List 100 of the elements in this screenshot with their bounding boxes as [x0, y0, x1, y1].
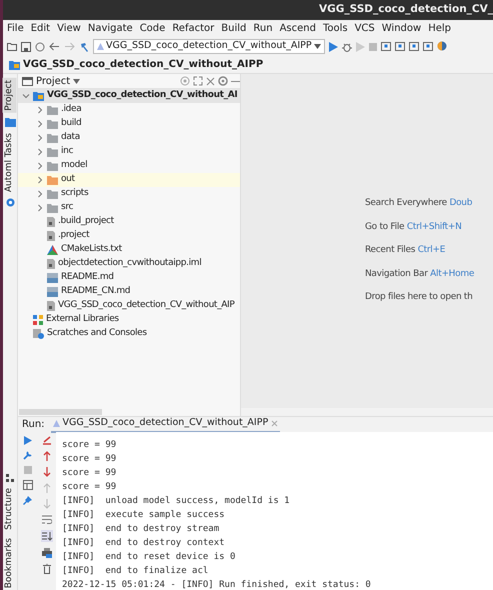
menu-item[interactable]: Refactor: [172, 21, 214, 36]
close-icon[interactable]: [206, 76, 215, 86]
tree-item[interactable]: scripts: [61, 187, 88, 201]
tool-window-tab[interactable]: Structure: [3, 486, 17, 532]
back-arrow-icon[interactable]: [49, 42, 60, 51]
file-icon: [47, 231, 55, 241]
menu-item[interactable]: Build: [221, 21, 246, 36]
menu-item[interactable]: VCS: [354, 21, 375, 36]
hint-text: Search Everywhere Doub: [365, 197, 474, 210]
console-line: [INFO] end to finalize acl: [62, 565, 210, 578]
tree-item[interactable]: README.md: [61, 271, 114, 285]
tree-item[interactable]: build: [61, 117, 82, 131]
menu-item[interactable]: Help: [428, 21, 452, 36]
menu-item[interactable]: Navigate: [88, 21, 133, 36]
menu-item[interactable]: File: [7, 21, 24, 36]
file-icon: [47, 217, 55, 227]
layout-icon[interactable]: [22, 480, 32, 490]
menu-item[interactable]: View: [57, 21, 81, 36]
scrollbar-thumb[interactable]: [19, 409, 102, 415]
tree-item[interactable]: Scratches and Consoles: [47, 327, 147, 341]
tree-item[interactable]: out: [61, 173, 75, 187]
project-folder-icon: [33, 91, 44, 101]
scroll-end-icon[interactable]: [40, 530, 52, 542]
console-line: score = 99: [62, 453, 118, 466]
config-icon: [97, 43, 104, 50]
wrap-icon[interactable]: [42, 515, 52, 524]
tree-item[interactable]: VGG_SSD_coco_detection_CV_without_AIP: [58, 299, 234, 313]
console-line: score = 99: [62, 481, 118, 494]
pin-icon[interactable]: [23, 496, 32, 505]
tree-item[interactable]: .build_project: [58, 215, 114, 229]
expand-icon[interactable]: [193, 76, 203, 86]
sync-icon[interactable]: [35, 42, 45, 52]
chevron-right-icon[interactable]: [36, 162, 44, 170]
breadcrumb-item[interactable]: VGG_SSD_coco_detection_CV_without_AIPP: [23, 57, 264, 72]
console-line: [INFO] end to destroy context: [62, 537, 226, 550]
run-icon[interactable]: [328, 42, 338, 52]
menu-item[interactable]: Tools: [322, 21, 348, 36]
markdown-icon: [47, 273, 58, 283]
tool-window-tab[interactable]: Bookmarks: [3, 536, 17, 590]
tree-item[interactable]: CMakeLists.txt: [61, 243, 122, 257]
folder-icon: [47, 162, 58, 170]
console-line: [INFO] end to destroy stream: [62, 523, 220, 536]
tree-item[interactable]: .project: [58, 229, 90, 243]
chevron-right-icon[interactable]: [36, 204, 44, 212]
markdown-icon: [47, 287, 58, 297]
wrench-icon[interactable]: [23, 451, 32, 460]
tree-item[interactable]: inc: [61, 145, 74, 159]
file-icon: [47, 301, 55, 311]
tree-item[interactable]: data: [61, 131, 80, 145]
chevron-down-icon[interactable]: [22, 92, 30, 100]
panel-label: Run:: [22, 418, 45, 432]
caret-icon: [314, 44, 321, 49]
chevron-right-icon[interactable]: [36, 176, 44, 184]
panel-title: Project: [36, 74, 70, 88]
config-icon: [52, 420, 60, 427]
tree-item[interactable]: objectdetection_cvwithoutaipp.iml: [58, 257, 202, 271]
chevron-right-icon[interactable]: [36, 148, 44, 156]
chevron-right-icon[interactable]: [36, 106, 44, 114]
console-line: score = 99: [62, 467, 118, 480]
settings-icon[interactable]: [218, 76, 228, 86]
tree-item[interactable]: .idea: [61, 103, 82, 117]
debug-icon[interactable]: [342, 42, 352, 52]
folder-icon: [4, 116, 16, 127]
tool-window-tab[interactable]: Automl Tasks: [3, 130, 17, 194]
triangle-icon: [47, 245, 58, 255]
tree-item[interactable]: model: [61, 159, 88, 173]
print-icon[interactable]: [42, 548, 52, 558]
caret-icon[interactable]: [73, 78, 80, 84]
hammer-icon[interactable]: [79, 42, 89, 52]
run-icon[interactable]: [24, 436, 32, 445]
tree-item[interactable]: README_CN.md: [61, 285, 130, 299]
hint-text: Recent Files Ctrl+E: [365, 244, 446, 258]
menu-item[interactable]: Run: [253, 21, 273, 36]
folder-icon: [47, 106, 58, 114]
trash-icon[interactable]: [42, 564, 50, 574]
folder-icon: [47, 134, 58, 142]
console-line: [INFO] end to reset device is 0: [62, 551, 236, 564]
console-line: [INFO] unload model success, modelId is 1: [62, 495, 291, 508]
up-arrow-icon[interactable]: [42, 451, 50, 461]
tree-item[interactable]: src: [61, 201, 74, 215]
tool-window-tab[interactable]: Project: [3, 78, 17, 113]
tree-item[interactable]: External Libraries: [46, 313, 119, 327]
folder-icon[interactable]: [7, 42, 17, 51]
minimize-icon[interactable]: [231, 80, 240, 82]
menu-item[interactable]: Ascend: [280, 21, 316, 36]
menu-item[interactable]: Edit: [30, 21, 50, 36]
chevron-right-icon[interactable]: [36, 120, 44, 128]
chevron-right-icon[interactable]: [36, 190, 44, 198]
console-line: [INFO] execute sample success: [62, 509, 226, 522]
hint-text: Drop files here to open th: [365, 291, 474, 304]
menu-item[interactable]: Window: [382, 21, 422, 36]
window-title: VGG_SSD_coco_detection_CV_: [319, 2, 493, 18]
scratches-icon: [33, 329, 44, 339]
down-arrow-icon[interactable]: [42, 467, 50, 477]
locate-icon[interactable]: [180, 76, 190, 86]
menu-item[interactable]: Code: [140, 21, 166, 36]
structure-icon: [6, 474, 14, 482]
folder-icon: [47, 148, 58, 156]
chevron-right-icon[interactable]: [36, 134, 44, 142]
save-icon[interactable]: [21, 42, 31, 52]
